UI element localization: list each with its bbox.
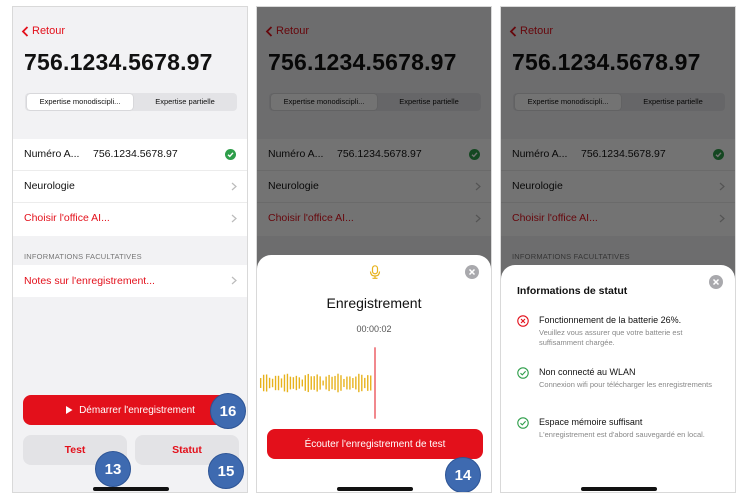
row-value: 756.1234.5678.97 <box>93 148 178 160</box>
chevron-right-icon <box>231 214 237 223</box>
check-circle-icon <box>517 367 529 379</box>
list-item-notes[interactable]: Notes sur l'enregistrement... <box>13 265 247 297</box>
check-circle-icon <box>517 417 529 429</box>
list-item-specialty[interactable]: Neurologie <box>13 171 247 203</box>
segment-monodisciplinary[interactable]: Expertise monodiscipli... <box>27 94 133 110</box>
microphone-icon <box>369 265 381 279</box>
home-indicator <box>93 487 169 491</box>
phone-screen-form: Retour 756.1234.5678.97 Expertise monodi… <box>12 6 248 493</box>
segmented-control: Expertise monodiscipli... Expertise part… <box>25 93 237 111</box>
phone-screen-recording: Retour 756.1234.5678.97 Expertise monodi… <box>256 6 492 493</box>
callout-badge-14: 14 <box>445 457 481 492</box>
status-item-description: L'enregistrement est d'abord sauvegardé … <box>539 430 705 439</box>
audio-waveform <box>259 347 376 419</box>
status-sheet: Informations de statut Fonctionnement de… <box>501 265 735 492</box>
status-title: Informations de statut <box>517 285 628 297</box>
recording-title: Enregistrement <box>326 295 422 311</box>
close-icon[interactable] <box>709 275 723 289</box>
close-icon[interactable] <box>465 265 479 279</box>
chevron-right-icon <box>231 276 237 285</box>
button-label: Statut <box>172 444 202 456</box>
callout-badge-13: 13 <box>95 451 131 487</box>
row-label: Notes sur l'enregistrement... <box>24 275 155 287</box>
recording-sheet: Enregistrement 00:00:02 Écouter l'enregi… <box>257 255 491 492</box>
row-label: Choisir l'office AI... <box>24 212 110 224</box>
home-indicator <box>337 487 413 491</box>
button-label: Test <box>64 444 86 456</box>
status-item-title: Fonctionnement de la batterie 26%. <box>539 315 682 325</box>
back-button[interactable]: Retour <box>21 25 65 37</box>
chevron-right-icon <box>231 182 237 191</box>
list-item-office[interactable]: Choisir l'office AI... <box>13 203 247 235</box>
back-label: Retour <box>32 25 66 37</box>
page-title: 756.1234.5678.97 <box>24 49 213 75</box>
listen-test-recording-button[interactable]: Écouter l'enregistrement de test <box>267 429 483 459</box>
status-item-description: Connexion wifi pour télécharger les enre… <box>539 380 713 389</box>
callout-badge-15: 15 <box>208 453 244 489</box>
check-circle-icon <box>225 149 236 160</box>
start-recording-button[interactable]: Démarrer l'enregistrement <box>23 395 237 425</box>
status-item-title: Espace mémoire suffisant <box>539 417 643 427</box>
status-item-description: Veuillez vous assurer que votre batterie… <box>539 328 683 347</box>
list-item-numero[interactable]: Numéro A... 756.1234.5678.97 <box>13 139 247 171</box>
section-header-optional: INFORMATIONS FACULTATIVES <box>24 252 142 261</box>
row-label: Neurologie <box>24 180 75 192</box>
field-list: Numéro A... 756.1234.5678.97 Neurologie … <box>13 139 247 236</box>
home-indicator <box>581 487 657 491</box>
segment-partial[interactable]: Expertise partielle <box>135 94 235 110</box>
button-label: Écouter l'enregistrement de test <box>304 438 446 450</box>
button-label: Démarrer l'enregistrement <box>79 404 195 416</box>
play-icon <box>66 406 73 414</box>
status-item-title: Non connecté au WLAN <box>539 367 636 377</box>
row-label: Numéro A... <box>24 148 80 160</box>
recording-timer: 00:00:02 <box>356 324 392 334</box>
chevron-left-icon <box>21 25 29 37</box>
error-circle-icon <box>517 315 529 327</box>
phone-screen-status: Retour 756.1234.5678.97 Expertise monodi… <box>500 6 736 493</box>
callout-badge-16: 16 <box>210 393 246 429</box>
